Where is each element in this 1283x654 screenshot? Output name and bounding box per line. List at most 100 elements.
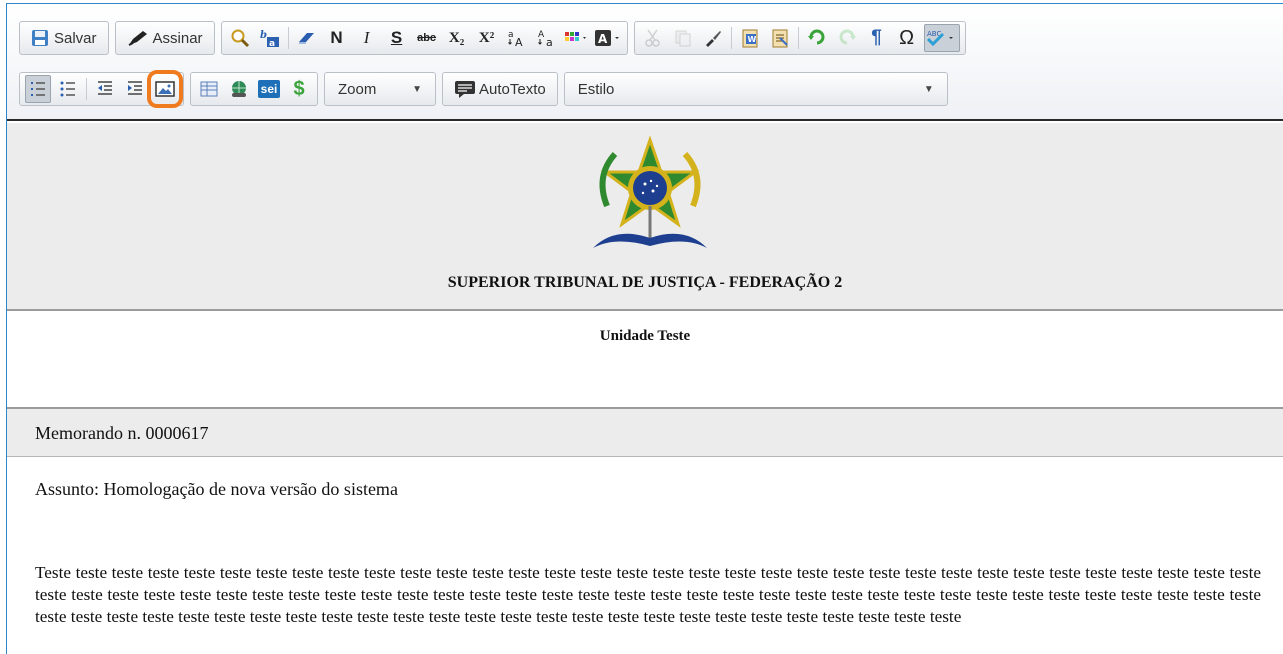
sei-link-button[interactable]: sei	[256, 75, 282, 103]
undo-button[interactable]	[804, 24, 830, 52]
italic-button[interactable]: I	[354, 24, 380, 52]
link-button[interactable]	[226, 75, 252, 103]
superscript-glyph: X²	[478, 29, 495, 46]
special-char-button[interactable]: Ω	[894, 24, 920, 52]
lowercase-icon: A a	[538, 30, 553, 48]
autotext-button[interactable]: AutoTexto	[448, 75, 552, 103]
indent-button[interactable]	[122, 75, 148, 103]
unit-name: Unidade Teste	[599, 328, 691, 344]
outdent-icon	[98, 81, 112, 95]
bulleted-list-button[interactable]	[55, 75, 81, 103]
svg-text:b: b	[260, 30, 267, 41]
sei-icon: sei	[257, 80, 281, 98]
italic-glyph: I	[363, 28, 370, 47]
numbered-list-button[interactable]	[25, 75, 51, 103]
underline-glyph: S	[390, 28, 403, 47]
svg-text:a: a	[508, 30, 514, 40]
scissors-icon	[644, 29, 660, 47]
separator	[730, 27, 732, 49]
paste-word-button[interactable]: W	[737, 24, 763, 52]
insert-image-button[interactable]	[147, 70, 183, 108]
strikethrough-button[interactable]: abc	[414, 24, 440, 52]
subscript-button[interactable]: X₂	[444, 24, 470, 52]
uppercase-button[interactable]: a A	[504, 24, 530, 52]
text-color-icon: A	[594, 30, 619, 46]
show-blocks-button[interactable]: ¶	[864, 24, 890, 52]
pilcrow-icon: ¶	[871, 27, 882, 48]
redo-icon	[839, 29, 856, 45]
toolbar-row-2: sei $ Zoom ▼ AutoTexto Estilo ▼	[19, 70, 954, 108]
cut-button[interactable]	[640, 24, 666, 52]
pen-icon	[128, 31, 147, 46]
format-painter-button[interactable]	[700, 24, 726, 52]
paste-word-icon: W	[742, 29, 758, 48]
color-grid-icon	[564, 32, 586, 41]
save-label: Salvar	[54, 29, 97, 47]
superscript-button[interactable]: X²	[474, 24, 500, 52]
svg-text:A: A	[515, 36, 523, 48]
brush-icon	[705, 31, 721, 47]
indent-icon	[128, 81, 142, 95]
zoom-label: Zoom	[338, 80, 377, 98]
autotext-group: AutoTexto	[442, 72, 558, 106]
spellcheck-button[interactable]: ABC	[923, 24, 960, 52]
copy-icon	[675, 30, 691, 47]
document-body[interactable]: Assunto: Homologação de nova versão do s…	[7, 457, 1283, 628]
subject-line: Assunto: Homologação de nova versão do s…	[35, 479, 398, 499]
lowercase-button[interactable]: A a	[534, 24, 560, 52]
eraser-icon	[298, 33, 314, 44]
numbered-list-icon	[31, 82, 45, 96]
bold-glyph: N	[330, 28, 343, 47]
clipboard-group: W ¶ Ω ABC	[633, 21, 966, 55]
organization-name: SUPERIOR TRIBUNAL DE JUSTIÇA - FEDERAÇÃO…	[447, 274, 843, 291]
floppy-disk-icon	[32, 30, 48, 46]
outdent-button[interactable]	[92, 75, 118, 103]
memo-section: Memorando n. 0000617	[7, 409, 1283, 457]
currency-button[interactable]: $	[286, 75, 312, 103]
paste-text-icon	[772, 29, 788, 48]
copy-button[interactable]	[670, 24, 696, 52]
zoom-dropdown-inner: Zoom ▼	[328, 81, 432, 98]
coat-of-arms-logo	[593, 136, 707, 248]
remove-format-button[interactable]	[294, 24, 320, 52]
table-icon	[200, 81, 218, 97]
replace-button[interactable]: b a	[257, 24, 283, 52]
sign-button[interactable]: Assinar	[121, 24, 209, 52]
svg-text:a: a	[546, 36, 553, 48]
separator	[797, 27, 799, 49]
chevron-down-icon: ▼	[923, 83, 934, 95]
redo-button[interactable]	[834, 24, 860, 52]
save-group: Salvar	[19, 21, 109, 55]
subscript-glyph: X₂	[448, 29, 465, 46]
find-button[interactable]	[227, 24, 253, 52]
separator	[86, 78, 87, 100]
table-color-button[interactable]	[564, 24, 590, 52]
text-color-button[interactable]: A	[594, 24, 622, 52]
format-group: b a N I S abc X₂ X² a A A a A	[220, 21, 628, 55]
paste-text-button[interactable]	[767, 24, 793, 52]
separator	[287, 27, 289, 49]
save-button[interactable]: Salvar	[25, 24, 103, 52]
undo-icon	[807, 29, 825, 45]
style-label: Estilo	[577, 80, 615, 98]
document-area[interactable]: SUPERIOR TRIBUNAL DE JUSTIÇA - FEDERAÇÃO…	[7, 123, 1283, 628]
table-button[interactable]	[196, 75, 222, 103]
globe-link-icon	[232, 81, 246, 97]
speech-bubble-icon	[455, 81, 475, 98]
memo-number: Memorando n. 0000617	[35, 423, 209, 443]
autotext-label: AutoTexto	[479, 80, 546, 98]
uppercase-icon: a A	[508, 30, 523, 48]
style-dropdown-inner: Estilo ▼	[568, 81, 944, 98]
svg-text:a: a	[269, 39, 275, 48]
toolbar-row-1: Salvar Assinar b a N I S abc X₂ X² a A A…	[19, 21, 972, 55]
bold-button[interactable]: N	[324, 24, 350, 52]
image-icon	[155, 81, 175, 97]
document-header: SUPERIOR TRIBUNAL DE JUSTIÇA - FEDERAÇÃO…	[7, 123, 1283, 311]
sign-group: Assinar	[114, 21, 215, 55]
underline-button[interactable]: S	[384, 24, 410, 52]
dollar-icon: $	[293, 77, 305, 100]
style-dropdown[interactable]: Estilo ▼	[563, 72, 948, 106]
svg-text:W: W	[747, 35, 756, 44]
zoom-dropdown[interactable]: Zoom ▼	[324, 72, 436, 106]
editor-frame: Salvar Assinar b a N I S abc X₂ X² a A A…	[6, 3, 1283, 654]
